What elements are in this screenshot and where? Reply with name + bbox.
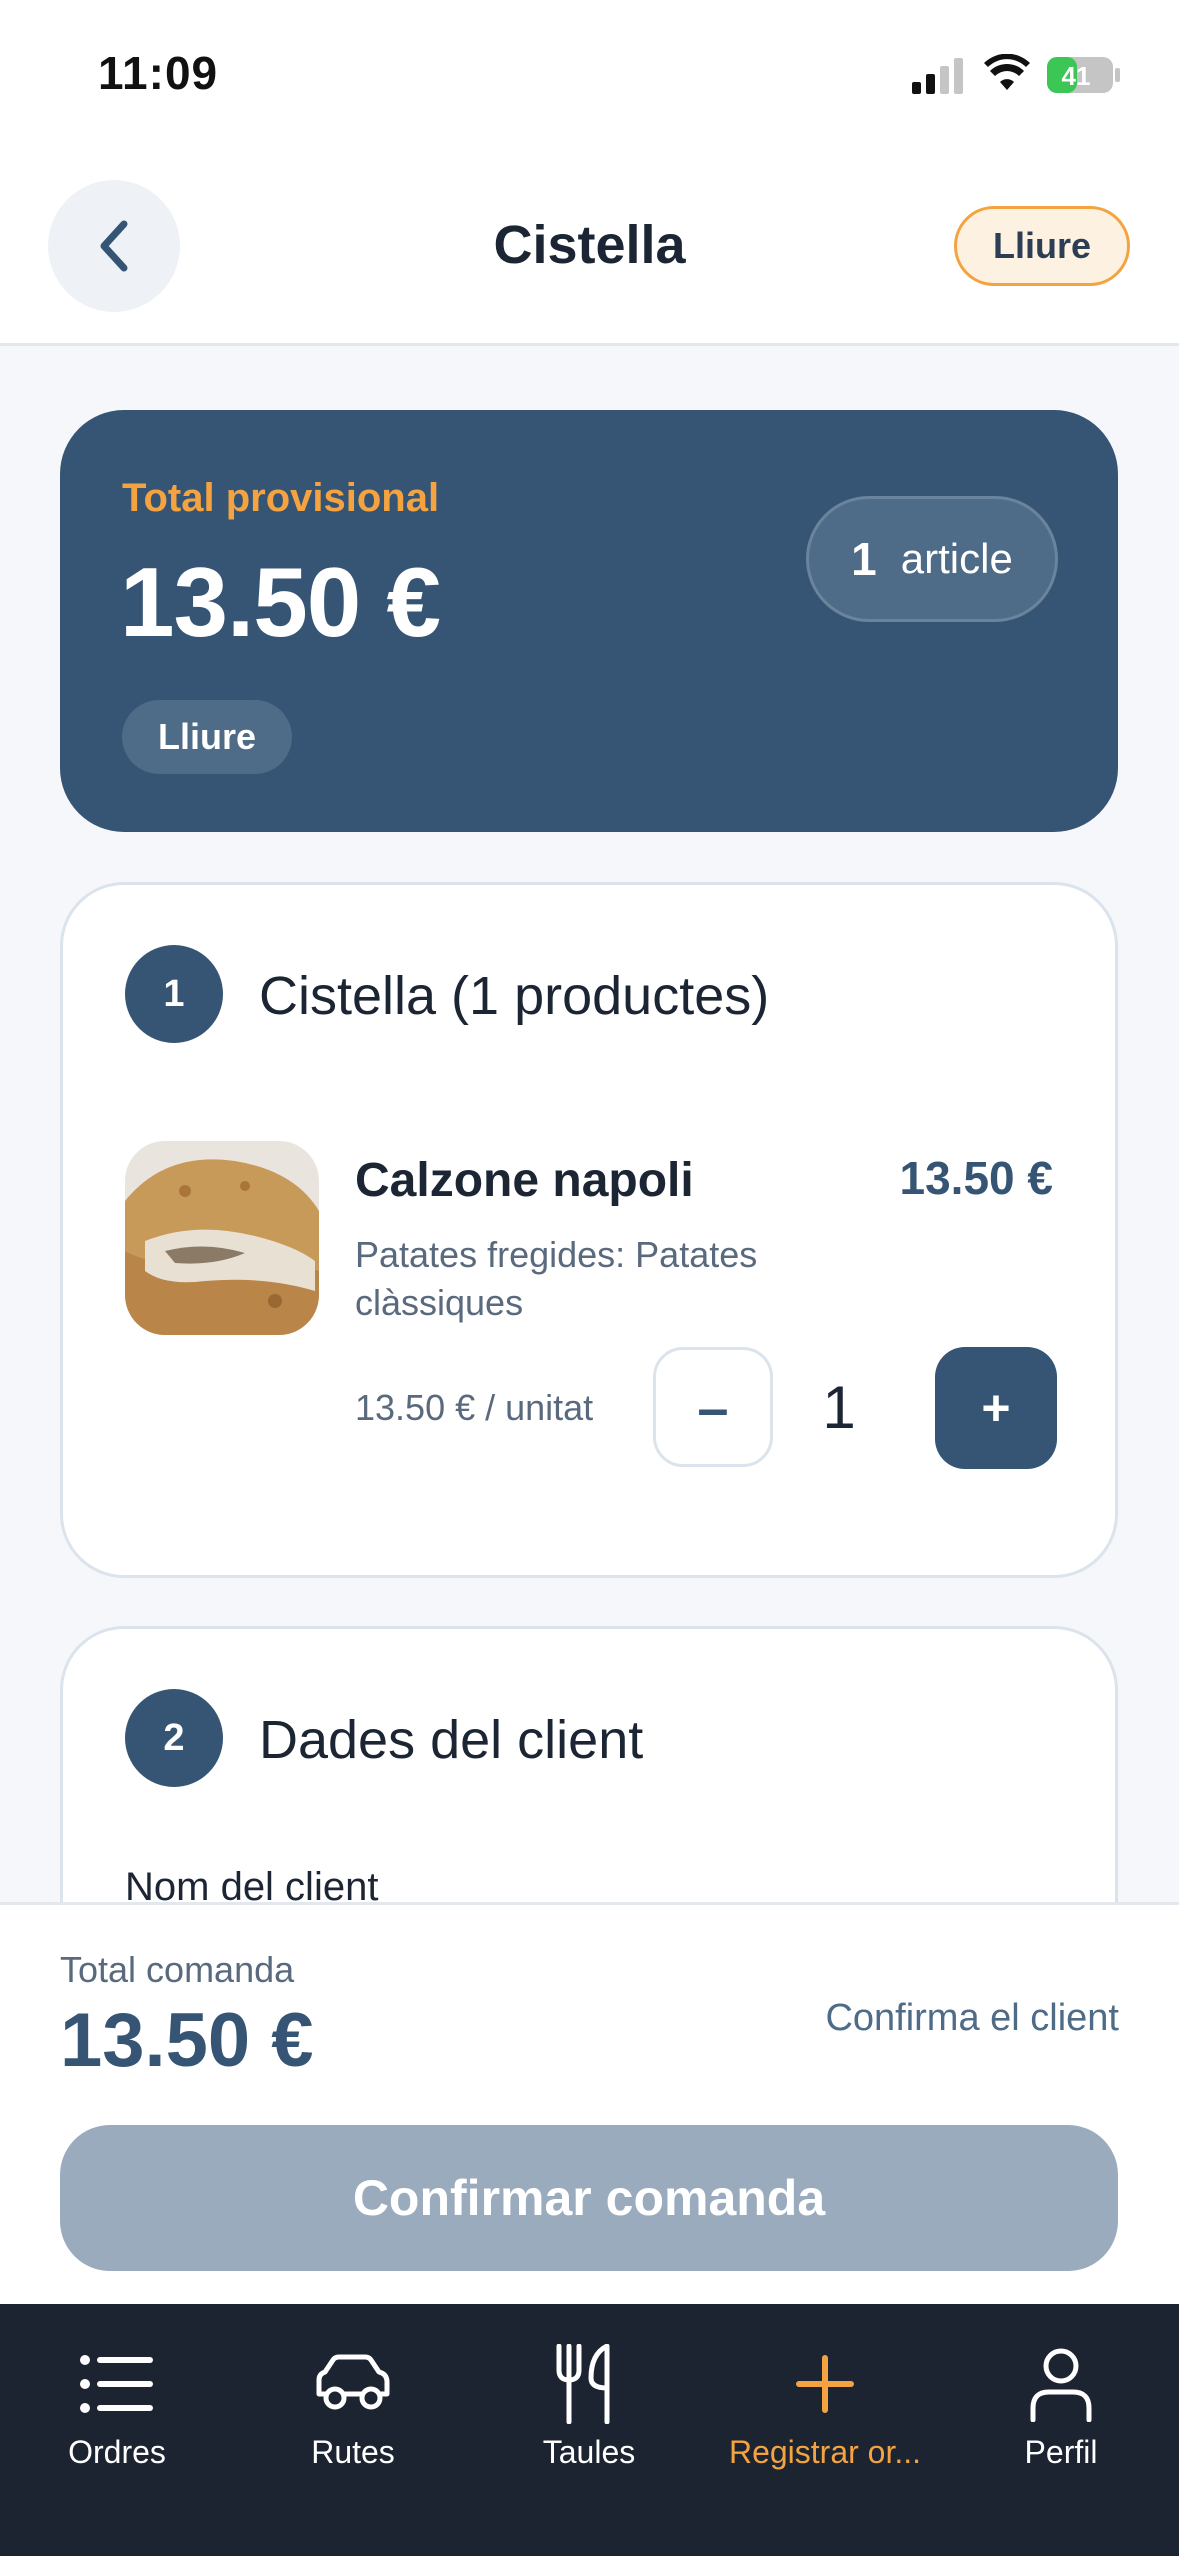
summary-label: Total provisional [122, 476, 440, 520]
confirm-client-hint: Confirma el client [825, 1997, 1119, 2039]
car-icon [316, 2354, 390, 2410]
order-total: 13.50 € [60, 1998, 314, 2083]
tab-registrar[interactable]: Registrar or... [725, 2344, 925, 2484]
plus-icon [796, 2355, 854, 2413]
tab-rutes[interactable]: Rutes [253, 2344, 453, 2484]
wifi-icon [984, 54, 1030, 90]
summary-card: Total provisional 13.50 € 1 article Lliu… [60, 410, 1118, 832]
unit-price: 13.50 € / unitat [355, 1387, 594, 1428]
step-number: 2 [125, 1689, 223, 1787]
product-image [125, 1141, 319, 1335]
tab-ordres[interactable]: Ordres [17, 2344, 217, 2484]
item-count-label: article [900, 535, 1013, 582]
quantity-value: 1 [822, 1374, 856, 1441]
tab-label: Rutes [311, 2434, 395, 2470]
battery-level: 41 [1062, 61, 1091, 91]
product-price: 13.50 € [899, 1152, 1053, 1204]
status-badge: Lliure [122, 700, 293, 774]
person-icon [1030, 2348, 1092, 2422]
battery-icon: 41 [1046, 56, 1122, 94]
order-total-label: Total comanda [60, 1949, 295, 1990]
header: Cistella Lliure [0, 150, 1179, 346]
item-count-badge: 1 article [806, 496, 1058, 622]
section-title: Dades del client [259, 1710, 644, 1770]
increase-quantity-button[interactable]: + [935, 1347, 1057, 1469]
tab-perfil[interactable]: Perfil [961, 2344, 1161, 2484]
list-icon [80, 2355, 153, 2413]
fork-knife-icon [556, 2344, 610, 2424]
product-name: Calzone napoli [355, 1154, 694, 1207]
cellular-signal-icon [912, 58, 963, 94]
summary-total: 13.50 € [120, 547, 441, 657]
status-bar: 11:09 41 [0, 0, 1179, 150]
status-pill[interactable]: Lliure [954, 206, 1130, 286]
tab-label: Registrar or... [728, 2434, 922, 2470]
product-option: Patates fregides: Patates clàssiques [355, 1234, 758, 1323]
tab-taules[interactable]: Taules [489, 2344, 689, 2484]
status-time: 11:09 [98, 47, 219, 99]
decrease-quantity-button[interactable]: – [653, 1347, 773, 1467]
cart-section: 1 Cistella (1 productes) Calzone napoli … [60, 882, 1118, 1578]
tab-label: Taules [542, 2434, 636, 2470]
tab-label: Perfil [1024, 2434, 1098, 2470]
tab-label: Ordres [68, 2434, 166, 2470]
section-title: Cistella (1 productes) [259, 966, 770, 1026]
tab-bar: Ordres Rutes Taules Registrar or... Perf… [0, 2304, 1179, 2556]
step-number: 1 [125, 945, 223, 1043]
order-footer: Total comanda 13.50 € Confirma el client… [0, 1902, 1179, 2304]
confirm-order-button[interactable]: Confirmar comanda [60, 2125, 1118, 2271]
item-count-number: 1 [851, 533, 877, 585]
